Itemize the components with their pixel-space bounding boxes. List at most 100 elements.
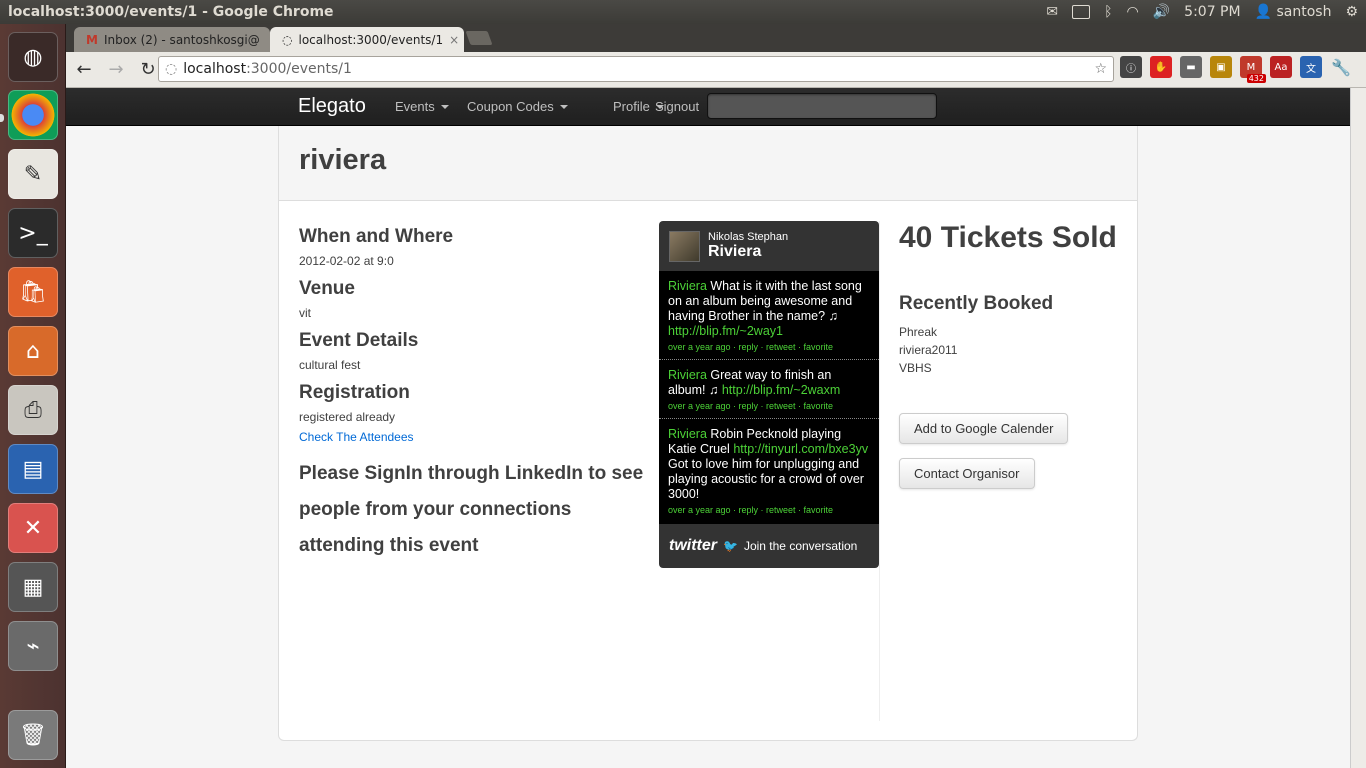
system-top-bar: localhost:3000/events/1 - Google Chrome … [0, 0, 1366, 24]
twitter-header: Nikolas Stephan Riviera [659, 221, 879, 271]
tweet-author[interactable]: Riviera [668, 427, 707, 441]
terminal-icon[interactable]: >_ [8, 208, 58, 258]
check-attendees-link[interactable]: Check The Attendees [299, 430, 649, 444]
gear-icon[interactable]: ⚙ [1345, 4, 1358, 20]
extension-icon[interactable]: ⓘ [1120, 56, 1142, 78]
tickets-sold: 40 Tickets Sold [899, 221, 1117, 254]
tweet-link[interactable]: http://blip.fm/~2waxm [722, 383, 840, 397]
clock[interactable]: 5:07 PM [1184, 4, 1240, 20]
translate-icon[interactable]: 文 [1300, 56, 1322, 78]
star-icon[interactable]: ☆ [1094, 61, 1107, 77]
scrollbar[interactable] [1350, 88, 1366, 768]
page-icon: ◌ [165, 61, 178, 77]
home-folder-icon[interactable]: ⌂ [8, 326, 58, 376]
tab-strip: M Inbox (2) - santoshkosgi@ ◌ localhost:… [66, 24, 1366, 52]
nav-coupon-codes[interactable]: Coupon Codes [467, 99, 568, 114]
tweet: Riviera Robin Pecknold playing Katie Cru… [659, 419, 879, 522]
mail-icon[interactable]: ✉ [1046, 4, 1058, 20]
url-path: :3000/events/1 [246, 61, 352, 77]
gmail-checker-icon[interactable]: M 432 [1240, 56, 1266, 83]
battery-icon[interactable] [1072, 5, 1091, 19]
tweet-author[interactable]: Riviera [668, 279, 707, 293]
divider [879, 221, 880, 721]
tweet-meta[interactable]: over a year ago · reply · retweet · favo… [668, 503, 870, 518]
booking-sidebar: 40 Tickets Sold Recently Booked Phreak r… [899, 221, 1129, 489]
search-input[interactable] [707, 93, 937, 119]
usb-icon[interactable]: ⌁ [8, 621, 58, 671]
add-calendar-button[interactable]: Add to Google Calender [899, 413, 1069, 444]
twitter-logo: twitter [669, 537, 717, 554]
join-conversation[interactable]: Join the conversation [744, 539, 857, 553]
nav-label: Events [395, 99, 435, 114]
window-title: localhost:3000/events/1 - Google Chrome [8, 4, 334, 20]
tweet: Riviera What is it with the last song on… [659, 271, 879, 360]
tweet: Riviera Great way to finish an album! ♫ … [659, 360, 879, 419]
user-menu[interactable]: 👤 santosh [1255, 4, 1332, 20]
settings-icon[interactable]: ✕ [8, 503, 58, 553]
list-item: VBHS [899, 361, 932, 375]
registration-heading: Registration [299, 382, 410, 403]
page-title: riviera [299, 144, 387, 176]
system-tray: ✉ ᛒ ◠ 🔊 5:07 PM 👤 santosh ⚙ [1046, 4, 1358, 20]
extension-icon[interactable]: ▬ [1180, 56, 1202, 78]
extensions: ⓘ ✋ ▬ ▣ M 432 Aa 文 🔧 [1120, 56, 1352, 83]
twitter-name[interactable]: Riviera [708, 243, 788, 261]
launcher: ◍ ✎ >_ 🛍 ⌂ ⎙ ▤ ✕ ▦ ⌁ 🗑 [0, 24, 66, 768]
running-indicator [0, 114, 4, 122]
wrench-icon[interactable]: 🔧 [1330, 56, 1352, 78]
contact-organiser-button[interactable]: Contact Organisor [899, 458, 1035, 489]
twitter-widget: Nikolas Stephan Riviera Riviera What is … [659, 221, 879, 568]
gmail-badge: 432 [1246, 74, 1266, 83]
tweet-meta[interactable]: over a year ago · reply · retweet · favo… [668, 340, 870, 355]
tweet-meta[interactable]: over a year ago · reply · retweet · favo… [668, 399, 870, 414]
when-heading: When and Where [299, 226, 454, 247]
trash-icon[interactable]: 🗑 [8, 710, 58, 760]
adblock-icon[interactable]: ✋ [1150, 56, 1172, 78]
site-navbar: Elegato Events Coupon Codes Profile Sign… [66, 88, 1350, 126]
page-viewport: Elegato Events Coupon Codes Profile Sign… [66, 88, 1350, 768]
forward-icon[interactable]: → [102, 56, 130, 84]
gmail-icon: M [86, 32, 98, 47]
nav-label: Profile [613, 99, 650, 114]
caret-down-icon [440, 104, 449, 109]
browser-chrome: M Inbox (2) - santoshkosgi@ ◌ localhost:… [66, 24, 1366, 88]
user-name: santosh [1276, 4, 1332, 20]
avatar[interactable] [669, 230, 700, 262]
nav-events[interactable]: Events [395, 99, 449, 114]
chrome-icon[interactable] [8, 90, 58, 140]
tweet-list: Riviera What is it with the last song on… [659, 271, 879, 524]
back-icon[interactable]: ← [70, 56, 98, 84]
nav-signout[interactable]: Signout [655, 99, 699, 114]
bluetooth-icon[interactable]: ᛒ [1104, 4, 1112, 20]
linkedin-message: Please SignIn through LinkedIn to see pe… [299, 463, 644, 556]
dictionary-icon[interactable]: Aa [1270, 56, 1292, 78]
new-tab-button[interactable] [465, 31, 493, 45]
twitter-footer[interactable]: twitter 🐦 Join the conversation [659, 524, 879, 568]
address-bar[interactable]: ◌ localhost:3000/events/1 ☆ [158, 56, 1114, 82]
close-icon[interactable]: × [449, 33, 459, 47]
tweet-link[interactable]: http://blip.fm/~2way1 [668, 324, 783, 338]
printer-icon[interactable]: ⎙ [8, 385, 58, 435]
event-card: riviera When and Where 2012-02-02 at 9:0… [278, 126, 1138, 741]
nav-label: Signout [655, 99, 700, 114]
event-header: riviera [279, 126, 1137, 201]
tab-event[interactable]: ◌ localhost:3000/events/1 × [270, 27, 464, 52]
tab-gmail[interactable]: M Inbox (2) - santoshkosgi@ [74, 27, 270, 52]
workspace-switcher-icon[interactable]: ▦ [8, 562, 58, 612]
text-editor-icon[interactable]: ✎ [8, 149, 58, 199]
writer-icon[interactable]: ▤ [8, 444, 58, 494]
dash-icon[interactable]: ◍ [8, 32, 58, 82]
browser-toolbar: ← → ↻ ◌ localhost:3000/events/1 ☆ ⓘ ✋ ▬ … [66, 52, 1366, 88]
software-center-icon[interactable]: 🛍 [8, 267, 58, 317]
bird-icon: 🐦 [723, 539, 738, 553]
details-value: cultural fest [299, 358, 361, 372]
extension-icon[interactable]: ▣ [1210, 56, 1232, 78]
event-details: When and Where 2012-02-02 at 9:0 Venue v… [299, 226, 649, 564]
volume-icon[interactable]: 🔊 [1153, 4, 1170, 20]
tweet-link[interactable]: http://tinyurl.com/bxe3yv [733, 442, 868, 456]
brand[interactable]: Elegato [298, 95, 366, 118]
url-host: localhost [183, 61, 247, 77]
wifi-icon[interactable]: ◠ [1127, 4, 1139, 20]
tweet-author[interactable]: Riviera [668, 368, 707, 382]
twitter-user[interactable]: Nikolas Stephan [708, 231, 788, 243]
